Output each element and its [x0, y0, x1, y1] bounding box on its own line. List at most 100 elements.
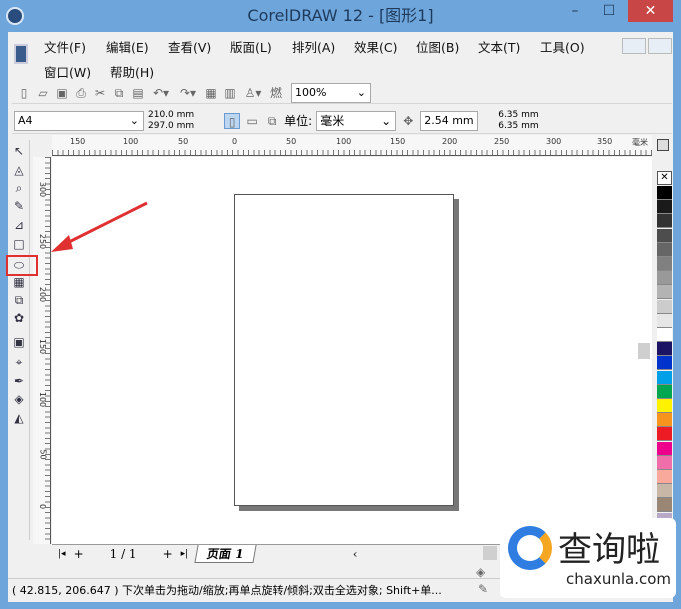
menu-text[interactable]: 文本(T)	[478, 37, 540, 56]
eyedropper-tool-icon[interactable]: ⌖	[10, 355, 28, 371]
app-icon	[6, 7, 24, 25]
menu-window[interactable]: 窗口(W)	[44, 62, 110, 81]
watermark: 查询啦 chaxunla.com	[500, 518, 676, 598]
all-pages-button[interactable]: ⧉	[264, 113, 280, 129]
landscape-button[interactable]: ▭	[244, 113, 260, 129]
color-swatch[interactable]	[657, 342, 672, 357]
menu-file[interactable]: 文件(F)	[44, 37, 106, 56]
text-tool-icon[interactable]: ✿	[10, 311, 28, 327]
export-icon[interactable]: ▥	[222, 85, 238, 101]
color-swatch[interactable]	[657, 200, 672, 215]
color-swatch[interactable]	[657, 313, 672, 328]
color-swatch[interactable]	[657, 328, 672, 342]
undo-icon[interactable]: ↶▾	[149, 85, 173, 101]
page-height-field[interactable]: 297.0 mm	[148, 121, 194, 132]
close-button[interactable]: ✕	[628, 0, 673, 22]
mdi-restore-button[interactable]	[648, 38, 672, 54]
no-color-swatch[interactable]: ✕	[657, 171, 672, 185]
fill-tool-icon[interactable]: ◈	[10, 392, 28, 408]
fill-indicator-icon: ◈	[476, 565, 486, 579]
horizontal-ruler[interactable]: 150 100 50 0 50 100 150 200 250 300 350 …	[52, 135, 652, 156]
color-swatch[interactable]	[657, 384, 672, 399]
new-icon[interactable]: ▯	[16, 85, 32, 101]
rectangle-tool-icon[interactable]: □	[10, 237, 28, 253]
color-swatch[interactable]	[657, 228, 672, 243]
add-page-before-icon[interactable]: +	[74, 547, 84, 561]
menu-bitmaps[interactable]: 位图(B)	[416, 37, 478, 56]
horizontal-scrollbar-thumb[interactable]	[483, 546, 497, 560]
redo-icon[interactable]: ↷▾	[176, 85, 200, 101]
color-swatch[interactable]	[657, 455, 672, 470]
pick-tool-icon[interactable]: ↖	[10, 144, 28, 160]
corel-online-icon[interactable]: 燃	[268, 85, 284, 101]
interactive-fill-tool-icon[interactable]: ◭	[10, 411, 28, 427]
maximize-button[interactable]: ☐	[594, 0, 624, 22]
color-swatch[interactable]	[657, 285, 672, 300]
minimize-button[interactable]: –	[560, 0, 590, 22]
menu-layout[interactable]: 版面(L)	[230, 37, 292, 56]
unit-label: 单位:	[284, 114, 313, 128]
menu-effects[interactable]: 效果(C)	[354, 37, 416, 56]
arrow-shaft	[58, 201, 148, 249]
color-swatch[interactable]	[657, 299, 672, 314]
color-swatch[interactable]	[657, 470, 672, 484]
duplicate-x-field[interactable]: 6.35 mm	[498, 110, 578, 121]
color-swatch[interactable]	[657, 441, 672, 456]
outline-tool-icon[interactable]: ✒	[10, 374, 28, 390]
document-icon	[14, 44, 28, 64]
color-swatch[interactable]	[657, 399, 672, 413]
watermark-brand: 查询啦	[558, 530, 660, 570]
menu-view[interactable]: 查看(V)	[168, 37, 230, 56]
color-swatch[interactable]	[657, 413, 672, 428]
zoom-tool-icon[interactable]: ⌕	[10, 181, 28, 197]
mdi-minimize-button[interactable]	[622, 38, 646, 54]
interactive-blend-tool-icon[interactable]: ▣	[10, 335, 28, 351]
basic-shapes-tool-icon[interactable]: ⧉	[10, 293, 28, 309]
color-swatch[interactable]	[657, 257, 672, 271]
shape-tool-icon[interactable]: ◬	[10, 163, 28, 179]
color-swatch[interactable]	[657, 370, 672, 385]
zoom-level-select[interactable]: 100% ⌄	[291, 82, 371, 103]
color-swatch[interactable]	[657, 271, 672, 286]
color-swatch[interactable]	[657, 356, 672, 371]
paste-icon[interactable]: ▤	[130, 85, 146, 101]
menu-edit[interactable]: 编辑(E)	[106, 37, 168, 56]
smart-fill-tool-icon[interactable]: ⊿	[10, 218, 28, 234]
open-icon[interactable]: ▱	[35, 85, 51, 101]
menu-arrange[interactable]: 排列(A)	[292, 37, 354, 56]
import-icon[interactable]: ▦	[203, 85, 219, 101]
vertical-scrollbar-thumb[interactable]	[638, 343, 650, 359]
palette-options-icon[interactable]	[657, 139, 669, 151]
duplicate-y-field[interactable]: 6.35 mm	[498, 121, 578, 132]
freehand-tool-icon[interactable]: ✎	[10, 199, 28, 215]
window-title: CorelDRAW 12 - [图形1]	[247, 6, 434, 25]
unit-select[interactable]: 毫米 ⌄	[316, 110, 397, 131]
page-tab[interactable]: 页面 1	[194, 544, 257, 563]
nudge-field[interactable]: 2.54 mm	[420, 110, 479, 131]
color-swatch[interactable]	[657, 214, 672, 229]
color-swatch[interactable]	[657, 498, 672, 513]
color-swatch[interactable]	[657, 484, 672, 499]
cut-icon[interactable]: ✂	[92, 85, 108, 101]
nudge-icon: ✥	[403, 113, 414, 128]
copy-icon[interactable]: ⧉	[111, 85, 127, 101]
page-size-select[interactable]: A4 ⌄	[14, 110, 144, 131]
save-icon[interactable]: ▣	[54, 85, 70, 101]
menu-tools[interactable]: 工具(O)	[540, 37, 602, 56]
color-swatch[interactable]	[657, 242, 672, 257]
polygon-tool-icon[interactable]: ▦	[10, 275, 28, 291]
page-width-field[interactable]: 210.0 mm	[148, 110, 194, 121]
menu-help[interactable]: 帮助(H)	[110, 62, 172, 81]
print-icon[interactable]: ⎙	[73, 85, 89, 101]
app-launcher-icon[interactable]: ♙▾	[241, 85, 265, 101]
ruler-label: 250	[494, 137, 510, 146]
last-page-icon[interactable]: ▸|	[181, 549, 189, 559]
color-swatch[interactable]	[657, 427, 672, 442]
scroll-left-icon[interactable]: ‹	[353, 547, 358, 561]
document-page[interactable]	[234, 194, 454, 506]
chevron-down-icon: ⌄	[381, 113, 392, 128]
portrait-button[interactable]: ▯	[224, 112, 241, 129]
add-page-after-icon[interactable]: +	[163, 547, 173, 561]
color-swatch[interactable]	[657, 186, 672, 200]
first-page-icon[interactable]: |◂	[58, 549, 66, 559]
